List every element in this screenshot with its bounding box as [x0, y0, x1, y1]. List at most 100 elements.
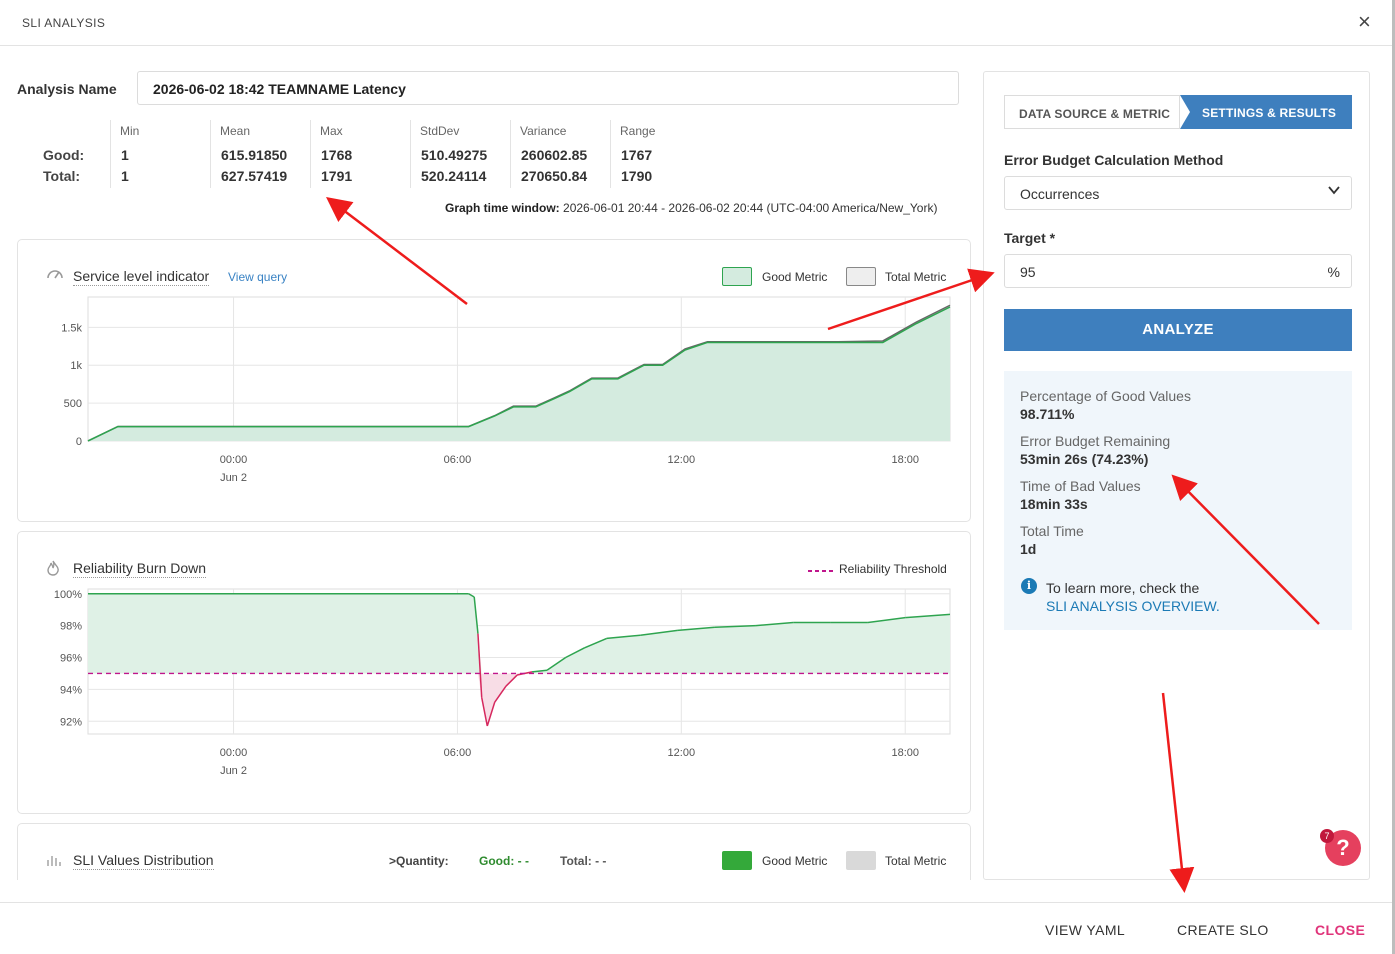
stats-value: 1	[121, 168, 129, 184]
burn-down-chart: 00:00 06:00 12:00 18:00 Jun 2 92% 94% 96% 98% 100…	[54, 588, 951, 777]
dist-legend-good-swatch[interactable]	[722, 851, 752, 870]
dist-legend-good-label[interactable]: Good Metric	[762, 854, 827, 868]
stats-column: Range 1767 1790	[610, 120, 655, 188]
good-metric-area	[88, 305, 950, 441]
y-tick-label: 98%	[60, 621, 82, 633]
modal-header: SLI ANALYSIS ×	[0, 0, 1395, 46]
create-slo-button[interactable]: CREATE SLO	[1177, 922, 1269, 938]
stats-value: 270650.84	[521, 168, 588, 184]
result-value: 98.711%	[1020, 406, 1075, 422]
result-value: 18min 33s	[1020, 496, 1088, 512]
stats-column: Max 1768 1791	[310, 120, 352, 188]
stats-column: StdDev 510.49275 520.24114	[410, 120, 487, 188]
x-tick-label: 06:00	[444, 454, 472, 466]
x-tick-label: 00:00	[220, 454, 248, 466]
info-text-line: To learn more, check the	[1046, 580, 1200, 596]
stats-row-label: Good:	[43, 147, 85, 163]
sli-analysis-modal: SLI ANALYSIS × Analysis Name 2026-06-02 …	[0, 0, 1395, 954]
analysis-name-label: Analysis Name	[17, 81, 117, 97]
analyze-button[interactable]: ANALYZE	[1004, 309, 1352, 351]
x-tick-label: 06:00	[444, 747, 472, 759]
close-icon[interactable]: ×	[1358, 10, 1371, 34]
x-tick-label: 12:00	[668, 747, 696, 759]
y-tick-label: 1.5k	[61, 322, 82, 334]
result-label: Percentage of Good Values	[1020, 388, 1191, 404]
x-tick-label: 00:00	[220, 747, 248, 759]
help-badge: 7	[1320, 829, 1334, 843]
result-label: Error Budget Remaining	[1020, 433, 1171, 449]
distribution-title: SLI Values Distribution	[73, 852, 214, 870]
view-yaml-button[interactable]: VIEW YAML	[1045, 922, 1125, 938]
stats-value: 260602.85	[521, 147, 588, 163]
y-tick-label: 96%	[60, 653, 82, 665]
stats-value: 1767	[621, 147, 653, 163]
modal-title: SLI ANALYSIS	[22, 16, 106, 30]
tab-settings-results[interactable]: SETTINGS & RESULTS	[1180, 95, 1352, 129]
x-tick-label: 12:00	[668, 454, 696, 466]
graph-time-window-value: 2026-06-01 20:44 - 2026-06-02 20:44 (UTC…	[563, 201, 938, 215]
percent-unit: %	[1327, 264, 1340, 280]
good-quantity: Good: - -	[479, 854, 529, 868]
sli-line-chart: 00:00 06:00 12:00 18:00 Jun 2 0 500 1k 1.5k	[61, 296, 951, 484]
modal-footer: VIEW YAML CREATE SLO CLOSE	[0, 902, 1392, 954]
burn-down-card: Reliability Burn Down Reliability Thresh…	[17, 531, 971, 814]
y-tick-label: 1k	[70, 360, 82, 372]
above-threshold-area	[88, 593, 950, 674]
stats-header: Range	[620, 124, 656, 138]
x-tick-label: 18:00	[891, 747, 919, 759]
graph-time-window-label: Graph time window:	[445, 201, 560, 215]
stats-value: 520.24114	[421, 168, 487, 184]
x-sublabel: Jun 2	[220, 765, 247, 777]
chevron-down-icon	[1327, 183, 1341, 200]
method-label: Error Budget Calculation Method	[1004, 152, 1224, 168]
sli-chart-card: Service level indicator View query Good …	[17, 239, 971, 522]
stats-value: 1	[121, 147, 129, 163]
result-value: 1d	[1020, 541, 1037, 557]
result-label: Total Time	[1020, 523, 1084, 539]
graph-time-window: Graph time window: 2026-06-01 20:44 - 20…	[445, 201, 937, 215]
target-value: 95	[1020, 264, 1036, 280]
stats-value: 627.57419	[221, 168, 288, 184]
settings-panel: DATA SOURCE & METRIC SETTINGS & RESULTS …	[983, 71, 1370, 880]
info-icon: i	[1021, 578, 1037, 594]
method-select[interactable]: Occurrences	[1004, 176, 1352, 210]
stats-value: 615.91850	[221, 147, 288, 163]
stats-value: 1790	[621, 168, 653, 184]
y-tick-label: 500	[64, 398, 82, 410]
stats-column: Min 1 1	[110, 120, 139, 188]
stats-column: Variance 260602.85 270650.84	[510, 120, 587, 188]
content-fade	[0, 880, 980, 902]
stats-row-label: Total:	[43, 168, 81, 184]
y-tick-label: 92%	[60, 716, 82, 728]
x-tick-label: 18:00	[891, 454, 919, 466]
y-tick-label: 100%	[54, 589, 82, 601]
stats-header: Mean	[220, 124, 251, 138]
stats-value: 510.49275	[421, 147, 488, 163]
stats-header: Variance	[520, 124, 567, 138]
stats-value: 1791	[321, 168, 353, 184]
sli-overview-link[interactable]: SLI ANALYSIS OVERVIEW.	[1046, 597, 1220, 615]
stats-column: Mean 615.91850 627.57419	[210, 120, 287, 188]
tab-data-source[interactable]: DATA SOURCE & METRIC	[1004, 95, 1180, 129]
dist-legend-total-swatch[interactable]	[846, 851, 876, 870]
target-label: Target *	[1004, 230, 1056, 246]
analysis-name-input[interactable]: 2026-06-02 18:42 TEAMNAME Latency	[137, 71, 959, 105]
stats-value: 1768	[321, 147, 353, 163]
x-sublabel: Jun 2	[220, 472, 247, 484]
quantity-label: >Quantity:	[389, 854, 449, 868]
method-value: Occurrences	[1020, 186, 1100, 202]
below-threshold-area	[88, 673, 950, 727]
bar-chart-icon	[46, 852, 62, 870]
stats-header: StdDev	[420, 124, 460, 138]
y-tick-label: 0	[76, 436, 82, 448]
tab-arrow	[1180, 95, 1190, 129]
target-input[interactable]: 95 %	[1004, 254, 1352, 288]
result-label: Time of Bad Values	[1020, 478, 1141, 494]
close-button[interactable]: CLOSE	[1315, 922, 1365, 938]
dist-legend-total-label[interactable]: Total Metric	[885, 854, 946, 868]
result-value: 53min 26s (74.23%)	[1020, 451, 1149, 467]
y-tick-label: 94%	[60, 684, 82, 696]
info-text: To learn more, check the SLI ANALYSIS OV…	[1046, 579, 1220, 615]
total-quantity: Total: - -	[560, 854, 607, 868]
stats-header: Min	[120, 124, 140, 138]
